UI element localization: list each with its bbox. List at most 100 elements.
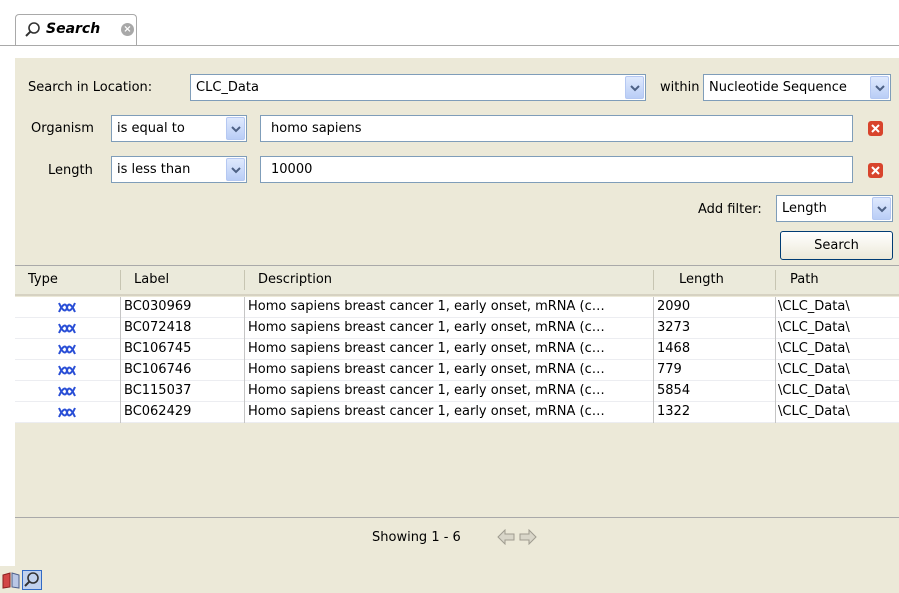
column-header-length[interactable]: Length (679, 272, 724, 287)
row-path: \CLC_Data\ (778, 320, 850, 335)
column-divider (244, 297, 245, 318)
remove-filter-icon[interactable] (868, 163, 883, 178)
column-divider (775, 339, 776, 360)
remove-filter-icon[interactable] (868, 121, 883, 136)
location-value: CLC_Data (196, 80, 259, 95)
row-path: \CLC_Data\ (778, 383, 850, 398)
chevron-down-icon[interactable] (226, 117, 245, 140)
search-panel: Search in Location: CLC_Data within Nucl… (15, 58, 899, 566)
add-filter-value: Length (782, 201, 827, 216)
tab-strip: Search × (0, 0, 899, 46)
row-label: BC030969 (124, 299, 192, 314)
search-icon[interactable] (22, 570, 42, 590)
row-path: \CLC_Data\ (778, 362, 850, 377)
chevron-down-icon[interactable] (872, 197, 891, 220)
row-description: Homo sapiens breast cancer 1, early onse… (248, 299, 605, 314)
table-row[interactable]: BC030969 Homo sapiens breast cancer 1, e… (15, 297, 899, 318)
row-description: Homo sapiens breast cancer 1, early onse… (248, 383, 605, 398)
column-divider (120, 381, 121, 402)
column-divider (120, 318, 121, 339)
nucleotide-sequence-icon (58, 386, 76, 397)
column-header-type[interactable]: Type (28, 272, 58, 287)
book-icon[interactable] (1, 570, 21, 590)
row-length: 1322 (657, 404, 691, 419)
row-description: Homo sapiens breast cancer 1, early onse… (248, 362, 605, 377)
table-row[interactable]: BC062429 Homo sapiens breast cancer 1, e… (15, 402, 899, 423)
column-divider (653, 318, 654, 339)
previous-page-icon[interactable] (497, 528, 515, 546)
search-button-label: Search (814, 238, 859, 253)
row-length: 779 (657, 362, 682, 377)
column-divider (120, 402, 121, 423)
column-divider[interactable] (775, 270, 776, 290)
location-select[interactable]: CLC_Data (190, 74, 646, 101)
column-divider (244, 318, 245, 339)
column-divider[interactable] (244, 270, 245, 290)
search-button[interactable]: Search (780, 231, 893, 260)
organism-operator-value: is equal to (117, 121, 185, 136)
next-page-icon[interactable] (519, 528, 537, 546)
add-filter-select[interactable]: Length (776, 195, 893, 222)
row-length: 5854 (657, 383, 691, 398)
table-header: Type Label Description Length Path (15, 266, 899, 296)
nucleotide-sequence-icon (58, 344, 76, 355)
length-value-field[interactable]: 10000 (260, 156, 853, 183)
column-divider (120, 297, 121, 318)
column-divider[interactable] (120, 270, 121, 290)
filter-field-length: Length (48, 163, 93, 178)
nucleotide-sequence-icon (58, 302, 76, 313)
organism-value: homo sapiens (271, 121, 362, 136)
row-path: \CLC_Data\ (778, 404, 850, 419)
column-divider (653, 381, 654, 402)
length-operator-value: is less than (117, 162, 191, 177)
chevron-down-icon[interactable] (625, 76, 644, 99)
column-divider (775, 318, 776, 339)
row-length: 1468 (657, 341, 691, 356)
table-row[interactable]: BC106746 Homo sapiens breast cancer 1, e… (15, 360, 899, 381)
close-icon[interactable]: × (121, 23, 134, 36)
column-divider (244, 381, 245, 402)
table-row[interactable]: BC072418 Homo sapiens breast cancer 1, e… (15, 318, 899, 339)
row-length: 3273 (657, 320, 691, 335)
column-divider (775, 381, 776, 402)
search-location-label: Search in Location: (28, 80, 153, 95)
nucleotide-sequence-icon (58, 407, 76, 418)
row-label: BC106746 (124, 362, 192, 377)
length-operator-select[interactable]: is less than (111, 156, 247, 183)
bottom-toolbar (0, 566, 899, 593)
row-description: Homo sapiens breast cancer 1, early onse… (248, 404, 605, 419)
column-divider[interactable] (653, 270, 654, 290)
column-divider (775, 297, 776, 318)
column-header-description[interactable]: Description (258, 272, 332, 287)
column-divider (120, 339, 121, 360)
add-filter-label: Add filter: (698, 202, 762, 217)
column-header-label[interactable]: Label (134, 272, 169, 287)
showing-count: Showing 1 - 6 (372, 530, 461, 545)
organism-operator-select[interactable]: is equal to (111, 115, 247, 142)
table-row[interactable]: BC106745 Homo sapiens breast cancer 1, e… (15, 339, 899, 360)
row-description: Homo sapiens breast cancer 1, early onse… (248, 320, 605, 335)
table-row[interactable]: BC115037 Homo sapiens breast cancer 1, e… (15, 381, 899, 402)
organism-value-field[interactable]: homo sapiens (260, 115, 853, 142)
row-label: BC106745 (124, 341, 192, 356)
within-label: within (660, 80, 700, 95)
column-divider (653, 402, 654, 423)
column-divider (244, 402, 245, 423)
tab-title: Search (46, 21, 101, 37)
within-select[interactable]: Nucleotide Sequence (703, 74, 891, 101)
row-path: \CLC_Data\ (778, 299, 850, 314)
row-label: BC115037 (124, 383, 192, 398)
row-length: 2090 (657, 299, 691, 314)
row-label: BC072418 (124, 320, 192, 335)
nucleotide-sequence-icon (58, 323, 76, 334)
chevron-down-icon[interactable] (870, 76, 889, 99)
within-value: Nucleotide Sequence (709, 80, 847, 95)
results-table: Type Label Description Length Path BC030… (15, 265, 899, 515)
length-value: 10000 (271, 162, 313, 177)
column-divider (653, 360, 654, 381)
search-icon (24, 21, 42, 39)
column-divider (653, 297, 654, 318)
chevron-down-icon[interactable] (226, 158, 245, 181)
column-header-path[interactable]: Path (790, 272, 819, 287)
tab-search[interactable]: Search × (15, 14, 137, 46)
